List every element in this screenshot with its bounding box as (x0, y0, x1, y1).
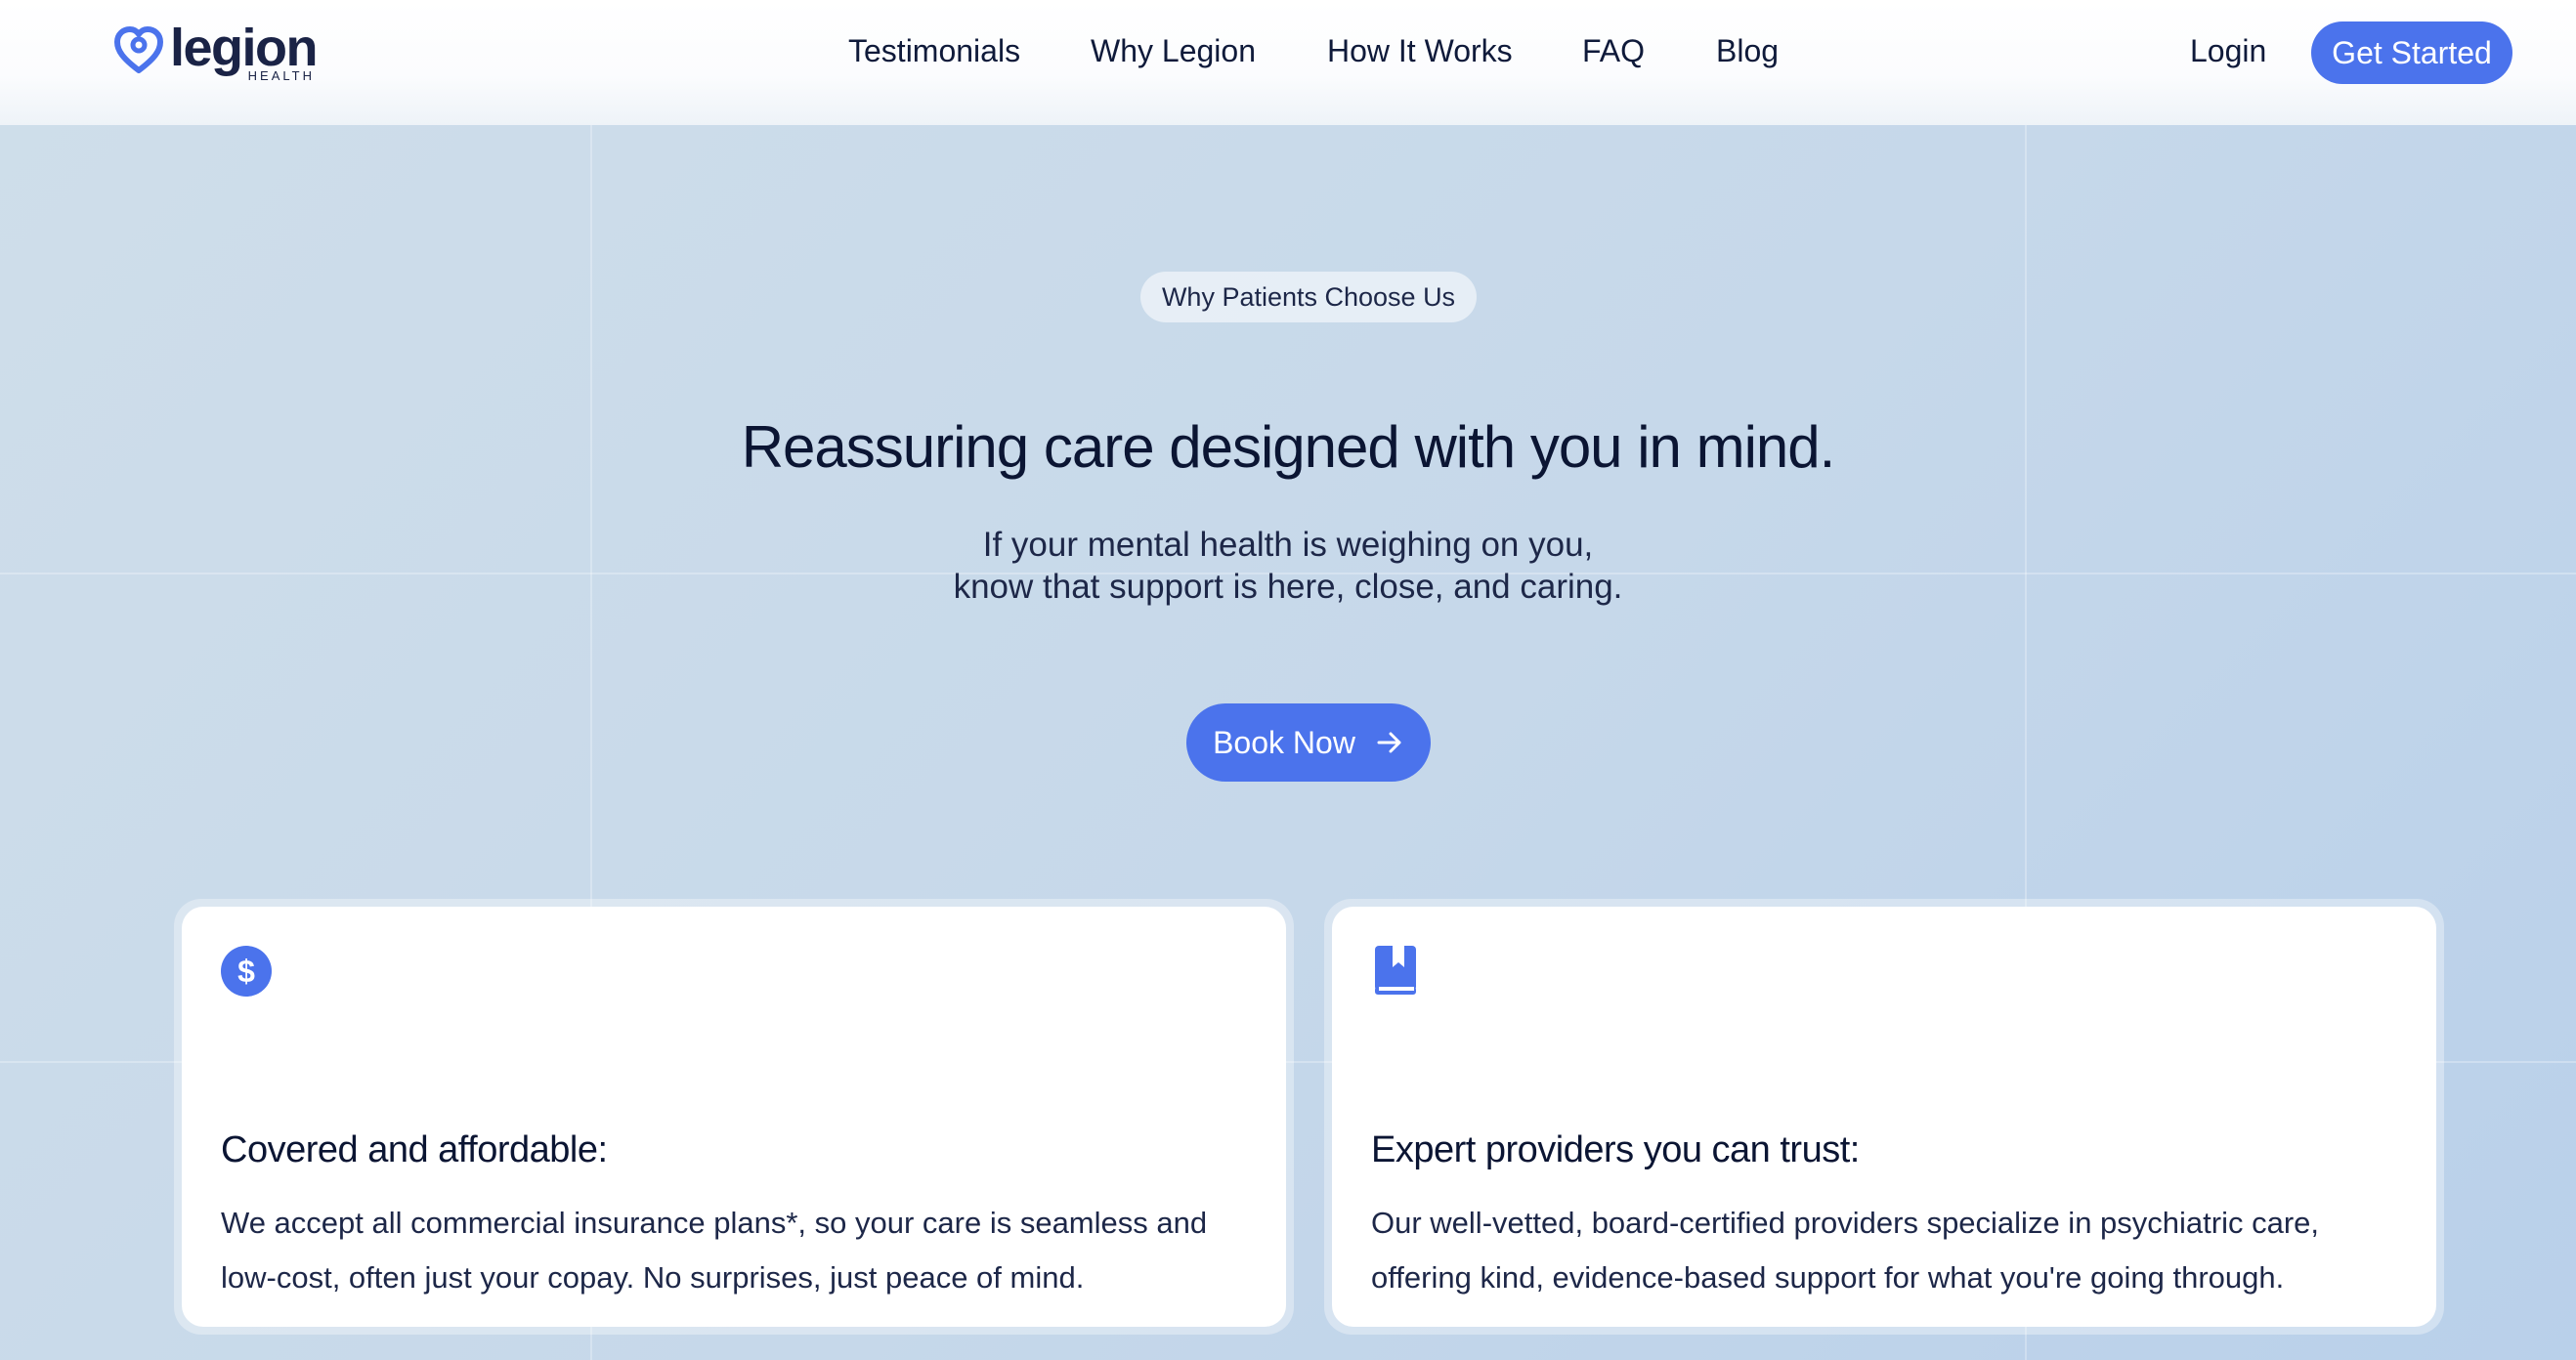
feature-card-affordable: $ Covered and affordable: We accept all … (174, 899, 1294, 1335)
hero-subtitle: If your mental health is weighing on you… (0, 524, 2576, 608)
login-link[interactable]: Login (2190, 31, 2266, 70)
nav-how-it-works[interactable]: How It Works (1327, 31, 1513, 70)
card-text-line: We accept all commercial insurance plans… (221, 1206, 1208, 1240)
bookmark-book-icon (1375, 946, 1416, 995)
card-text-line: Our well-vetted, board-certified provide… (1371, 1206, 2320, 1240)
card-title: Expert providers you can trust: (1371, 1129, 1860, 1170)
card-text: We accept all commercial insurance plans… (221, 1196, 1247, 1305)
logo-wordmark: legion (170, 19, 319, 77)
get-started-button[interactable]: Get Started (2311, 21, 2512, 84)
card-title: Covered and affordable: (221, 1129, 608, 1170)
hero-subtitle-line: know that support is here, close, and ca… (953, 568, 1623, 606)
dollar-circle-icon: $ (221, 946, 272, 997)
card-text: Our well-vetted, board-certified provide… (1371, 1196, 2397, 1305)
section-badge: Why Patients Choose Us (1140, 272, 1477, 322)
heart-logo-icon (114, 26, 163, 73)
card-body: $ Covered and affordable: We accept all … (182, 907, 1286, 1327)
logo-subtitle: HEALTH (247, 68, 315, 83)
feature-card-experts: Expert providers you can trust: Our well… (1324, 899, 2444, 1335)
site-header: legion HEALTH Testimonials Why Legion Ho… (0, 0, 2576, 125)
arrow-right-icon (1377, 732, 1401, 753)
nav-blog[interactable]: Blog (1716, 31, 1779, 70)
nav-testimonials[interactable]: Testimonials (848, 31, 1020, 70)
hero-subtitle-line: If your mental health is weighing on you… (982, 526, 1594, 564)
nav-why-legion[interactable]: Why Legion (1091, 31, 1256, 70)
book-now-label: Book Now (1213, 724, 1355, 760)
svg-text:$: $ (237, 954, 255, 989)
book-now-button[interactable]: Book Now (1186, 703, 1431, 782)
card-body: Expert providers you can trust: Our well… (1332, 907, 2436, 1327)
nav-faq[interactable]: FAQ (1582, 31, 1645, 70)
hero-title: Reassuring care designed with you in min… (741, 414, 1836, 480)
card-text-line: low-cost, often just your copay. No surp… (221, 1260, 1085, 1295)
card-text-line: offering kind, evidence-based support fo… (1371, 1260, 2285, 1295)
logo[interactable]: legion HEALTH (113, 19, 319, 83)
